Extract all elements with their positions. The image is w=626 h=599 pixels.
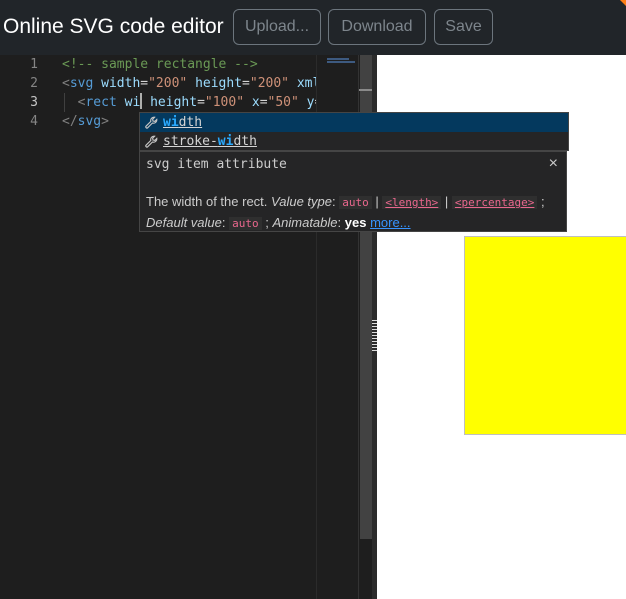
default-value: auto (229, 217, 262, 230)
comment-token: <!-- sample rectangle --> (62, 57, 258, 72)
download-button[interactable]: Download (328, 9, 426, 45)
preview-yellow-rect (464, 236, 626, 435)
animatable-value: yes (344, 215, 367, 230)
header-bar: Online SVG code editor Upload... Downloa… (0, 0, 626, 55)
line-number-gutter: 1 2 3 4 (0, 55, 48, 599)
line-number: 1 (30, 57, 38, 72)
string-token: "200" (249, 76, 290, 91)
typed-text: wi (116, 95, 141, 110)
upload-button[interactable]: Upload... (233, 9, 321, 45)
tag-token: svg (69, 76, 94, 91)
line-number: 2 (30, 76, 38, 91)
close-icon[interactable]: × (549, 155, 558, 173)
string-token: "50" (267, 95, 299, 110)
attr-token: y (298, 95, 315, 110)
code-line-1[interactable]: <!-- sample rectangle --> (62, 55, 258, 74)
punct-token: = (242, 76, 250, 91)
punct-token: < (62, 76, 70, 91)
tag-token: svg (77, 114, 102, 129)
suggestion-prefix: stroke- (163, 134, 218, 149)
suggestion-match: wi (217, 134, 234, 149)
more-link[interactable]: more... (370, 215, 410, 230)
app-title: Online SVG code editor (3, 15, 224, 38)
details-description: The width of the rect. (146, 194, 268, 209)
string-token: "200" (148, 76, 188, 91)
code-line-2[interactable]: <svg width="200" height="200" xml (62, 74, 316, 93)
suggestion-width[interactable]: width (140, 113, 568, 132)
line-number: 4 (30, 114, 38, 129)
minimap-line (327, 61, 355, 63)
save-button[interactable]: Save (434, 9, 493, 45)
punct-token: = (140, 76, 149, 91)
details-body: The width of the rect. Value type: auto … (146, 194, 545, 230)
punct-token: </ (62, 114, 78, 129)
scrollbar-cursor-marker (359, 89, 373, 91)
keyword-auto: auto (339, 196, 372, 209)
suggestion-details: svg item attribute × The width of the re… (139, 151, 567, 232)
corner-accent (620, 0, 626, 6)
wrench-icon (143, 134, 159, 150)
autocomplete-list[interactable]: width stroke-width (139, 112, 569, 151)
punct-token: = (259, 95, 268, 110)
attr-token: x (244, 95, 260, 110)
suggestion-rest: dth (233, 134, 257, 149)
keyword-percentage[interactable]: <percentage> (451, 196, 538, 209)
punct-token: = (197, 95, 205, 110)
tag-token: rect (85, 95, 117, 110)
minimap-line (327, 58, 349, 60)
animatable-label: Animatable (272, 215, 338, 230)
code-line-4[interactable]: </svg> (62, 112, 109, 131)
string-token: "100" (204, 95, 245, 110)
default-value-label: Default value (146, 215, 222, 230)
attr-token: height (187, 76, 243, 91)
line-number: 3 (30, 95, 38, 110)
suggestion-stroke-width[interactable]: stroke-width (140, 132, 568, 151)
attr-token: xml (296, 76, 316, 91)
suggestion-match: wi (163, 115, 179, 130)
punct-token: > (101, 114, 109, 129)
keyword-length[interactable]: <length> (382, 196, 442, 209)
attr-token: height (142, 95, 198, 110)
value-type-label: Value type (271, 194, 332, 209)
attr-token: width (93, 76, 141, 91)
wrench-icon (143, 115, 159, 131)
code-line-3[interactable]: <rect wi height="100" x="50" y= (62, 93, 316, 112)
suggestion-rest: dth (178, 115, 203, 130)
details-title: svg item attribute (146, 157, 287, 172)
